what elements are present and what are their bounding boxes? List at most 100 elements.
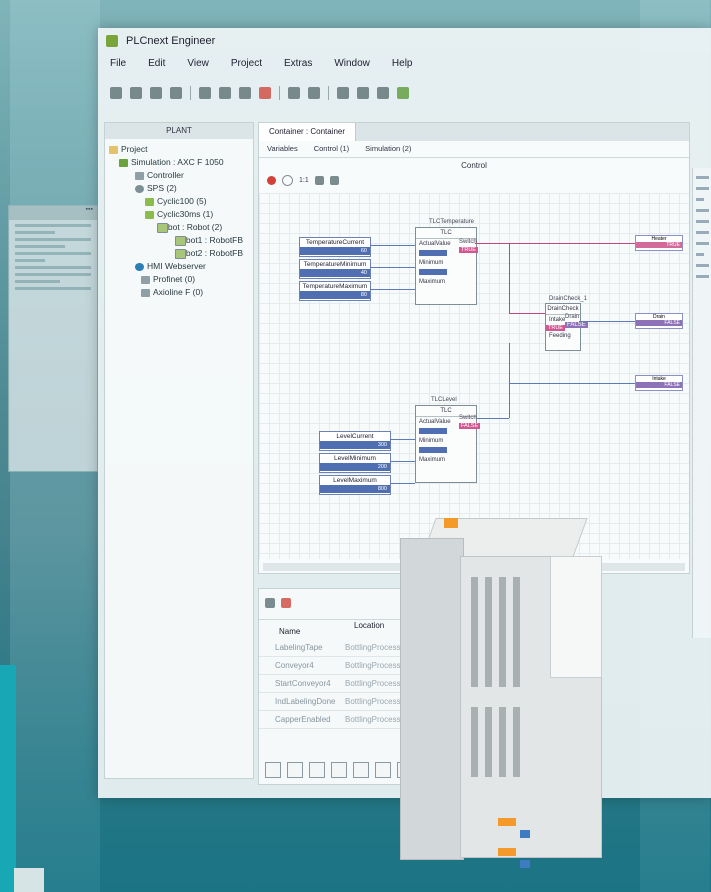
toolbar-separator — [190, 86, 191, 100]
plc-controller-device — [398, 518, 608, 878]
subtab-variables[interactable]: Variables — [267, 141, 298, 157]
switch-value: TRUE — [459, 247, 478, 253]
pin-switch: Switch — [459, 239, 477, 245]
save-all-icon[interactable] — [170, 87, 182, 99]
variable-level-current[interactable]: LevelCurrent 300 — [319, 431, 391, 451]
debug-icon[interactable] — [397, 87, 409, 99]
tree-item-robot1[interactable]: Robot1 : RobotFB — [105, 234, 253, 247]
vent-slot — [499, 707, 506, 777]
variable-level-minimum[interactable]: LevelMinimum 200 — [319, 453, 391, 473]
dock-button-icon[interactable] — [287, 762, 303, 778]
pin-drain: Drain — [565, 314, 580, 320]
tree-item-profinet[interactable]: Profinet (0) — [105, 273, 253, 286]
wire — [370, 267, 415, 268]
tree-item-simulation[interactable]: Simulation : AXC F 1050 — [105, 156, 253, 169]
variable-temperature-current[interactable]: TemperatureCurrent 60 — [299, 237, 371, 257]
fbd-canvas[interactable]: TemperatureCurrent 60 TemperatureMinimum 4… — [259, 193, 689, 559]
network-icon[interactable] — [337, 87, 349, 99]
variable-temperature-minimum[interactable]: TemperatureMinimum 40 — [299, 259, 371, 279]
vent-slot — [485, 577, 492, 687]
menu-file[interactable]: File — [110, 58, 126, 69]
network-icon — [141, 288, 150, 297]
output-intake[interactable]: Intake FALSE — [635, 375, 683, 391]
wire — [370, 245, 415, 246]
subtab-control[interactable]: Control (1) — [314, 141, 349, 157]
properties-panel — [692, 168, 711, 638]
undo-icon[interactable] — [288, 87, 300, 99]
corner-square — [14, 868, 44, 892]
web-icon — [135, 262, 144, 271]
pane-title: Control — [461, 161, 487, 170]
subtab-simulation[interactable]: Simulation (2) — [365, 141, 411, 157]
task-icon — [145, 197, 154, 206]
dock-button-icon[interactable] — [309, 762, 325, 778]
save-icon[interactable] — [150, 87, 162, 99]
vent-slot — [513, 577, 520, 687]
tab-container[interactable]: Container : Container — [259, 123, 357, 141]
column-header-name[interactable]: Name — [279, 627, 300, 636]
toolbar-separator — [279, 86, 280, 100]
column-header-location[interactable]: Location — [354, 621, 384, 630]
tree-item-cyclic30ms[interactable]: Cyclic30ms (1) — [105, 208, 253, 221]
vent-slot — [485, 707, 492, 777]
background-monitor: ▪▪▪ — [8, 205, 98, 472]
cut-icon[interactable] — [199, 87, 211, 99]
grid-icon[interactable] — [329, 176, 339, 185]
toolbar-separator — [328, 86, 329, 100]
background-monitor-header: ▪▪▪ — [9, 206, 97, 220]
pin-switch: Switch — [459, 415, 477, 421]
pin-value — [419, 269, 447, 275]
wire — [390, 439, 415, 440]
controller-icon — [135, 171, 144, 180]
clear-filter-icon[interactable] — [281, 598, 291, 608]
terminal-blue — [520, 860, 530, 868]
output-heater[interactable]: Heater TRUE — [635, 235, 683, 251]
network-icon — [141, 275, 150, 284]
vent-slot — [471, 707, 478, 777]
wire-heater-branch — [509, 243, 510, 313]
dock-button-icon[interactable] — [331, 762, 347, 778]
tree-item-cyclic100[interactable]: Cyclic100 (5) — [105, 195, 253, 208]
menu-view[interactable]: View — [187, 58, 209, 69]
delete-icon[interactable] — [259, 87, 271, 99]
tree-item-robot2[interactable]: Robot2 : RobotFB — [105, 247, 253, 260]
menu-bar: File Edit View Project Extras Window Hel… — [110, 58, 412, 69]
menu-help[interactable]: Help — [392, 58, 413, 69]
tree-item-project[interactable]: Project — [105, 143, 253, 156]
zoom-level[interactable]: 1:1 — [299, 177, 309, 184]
new-project-icon[interactable] — [110, 87, 122, 99]
tree-item-robot[interactable]: Robot : Robot (2) — [105, 221, 253, 234]
record-icon[interactable] — [267, 176, 276, 185]
menu-edit[interactable]: Edit — [148, 58, 165, 69]
vent-slot — [499, 577, 506, 687]
tree-item-controller[interactable]: Controller — [105, 169, 253, 182]
wire — [475, 418, 509, 419]
plc-side-face — [400, 538, 464, 860]
dock-button-icon[interactable] — [375, 762, 391, 778]
menu-project[interactable]: Project — [231, 58, 262, 69]
tree-item-axioline[interactable]: Axioline F (0) — [105, 286, 253, 299]
open-project-icon[interactable] — [130, 87, 142, 99]
block-instance-label: DrainCheck_1 — [549, 296, 588, 302]
copy-icon[interactable] — [219, 87, 231, 99]
download-icon[interactable] — [377, 87, 389, 99]
output-drain[interactable]: Drain FALSE — [635, 313, 683, 329]
variable-level-maximum[interactable]: LevelMaximum 800 — [319, 475, 391, 495]
paste-icon[interactable] — [239, 87, 251, 99]
dock-button-icon[interactable] — [265, 762, 281, 778]
tree-item-sps[interactable]: SPS (2) — [105, 182, 253, 195]
window-title: PLCnext Engineer — [126, 35, 216, 47]
pin-maximum: Maximum — [419, 457, 446, 463]
tree-item-hmi-webserver[interactable]: HMI Webserver — [105, 260, 253, 273]
wire — [390, 483, 415, 484]
dock-button-icon[interactable] — [353, 762, 369, 778]
stop-icon[interactable] — [282, 175, 293, 186]
top-connector-orange — [444, 518, 458, 528]
menu-extras[interactable]: Extras — [284, 58, 312, 69]
connect-icon[interactable] — [357, 87, 369, 99]
share-icon[interactable] — [265, 598, 275, 608]
menu-window[interactable]: Window — [334, 58, 370, 69]
redo-icon[interactable] — [308, 87, 320, 99]
fit-icon[interactable] — [314, 176, 324, 185]
variable-temperature-maximum[interactable]: TemperatureMaximum 80 — [299, 281, 371, 301]
